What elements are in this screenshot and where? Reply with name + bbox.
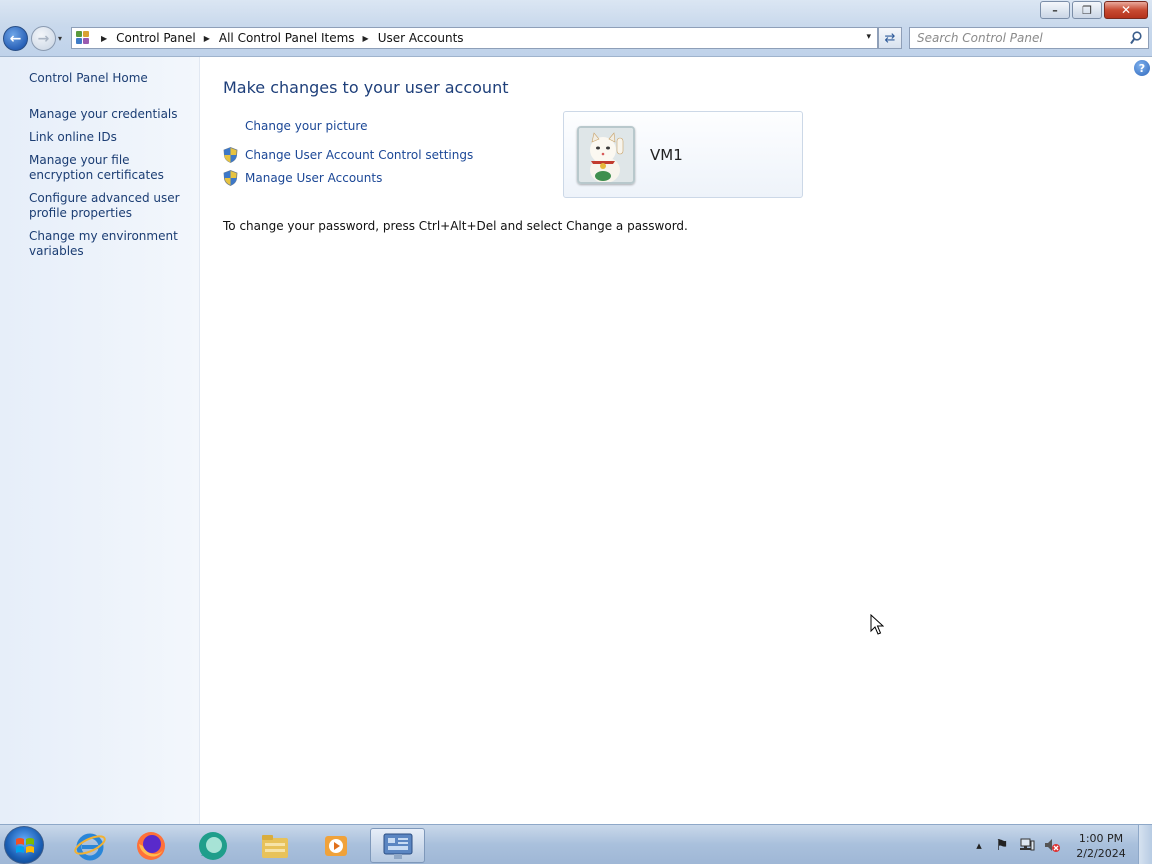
tasks-sidebar: Control Panel Home Manage your credentia… xyxy=(0,57,200,824)
breadcrumb-separator-icon[interactable]: ▶ xyxy=(204,34,210,43)
taskbar-clock[interactable]: 1:00 PM 2/2/2024 xyxy=(1067,831,1135,861)
start-button[interactable] xyxy=(4,826,44,864)
change-uac-settings-link[interactable]: Change User Account Control settings xyxy=(245,148,473,162)
breadcrumb-user-accounts[interactable]: User Accounts xyxy=(378,31,464,45)
taskbar-chat-app[interactable] xyxy=(185,828,240,863)
forward-button[interactable]: → xyxy=(31,26,56,51)
sidebar-item-control-panel-home[interactable]: Control Panel Home xyxy=(29,71,194,86)
chat-app-icon xyxy=(198,831,227,860)
main-content: ? Make changes to your user account Chan… xyxy=(200,57,1152,824)
forward-arrow-icon: → xyxy=(37,30,50,47)
clock-date: 2/2/2024 xyxy=(1076,847,1126,860)
change-picture-link[interactable]: Change your picture xyxy=(245,119,367,133)
address-dropdown-icon[interactable]: ▾ xyxy=(866,32,871,42)
sidebar-item-link-online-ids[interactable]: Link online IDs xyxy=(29,130,194,145)
help-icon[interactable]: ? xyxy=(1134,60,1150,76)
user-picture-avatar[interactable] xyxy=(577,126,635,184)
window-controls: – ❐ ✕ xyxy=(1038,1,1148,19)
breadcrumb-separator-icon[interactable]: ▶ xyxy=(363,34,369,43)
manage-user-accounts-link[interactable]: Manage User Accounts xyxy=(245,171,382,185)
show-hidden-icons-button[interactable]: ▴ xyxy=(972,825,986,864)
volume-button[interactable] xyxy=(1041,825,1063,864)
uac-shield-icon xyxy=(223,147,238,163)
minimize-button[interactable]: – xyxy=(1040,1,1070,19)
windows-logo-icon xyxy=(16,838,34,853)
user-name: VM1 xyxy=(650,146,683,164)
address-bar[interactable]: ▶ Control Panel ▶ All Control Panel Item… xyxy=(71,27,878,49)
file-explorer-icon xyxy=(261,834,288,858)
restore-icon: ❐ xyxy=(1082,3,1092,17)
back-button[interactable]: ← xyxy=(3,26,28,51)
internet-explorer-icon xyxy=(73,833,106,860)
minimize-icon: – xyxy=(1052,3,1058,17)
taskbar: ▴ ⚑ 1:00 PM 2/2/2024 xyxy=(0,824,1152,864)
sidebar-item-environment-variables[interactable]: Change my environment variables xyxy=(29,229,194,259)
breadcrumb-all-items[interactable]: All Control Panel Items xyxy=(219,31,355,45)
breadcrumb-control-panel[interactable]: Control Panel xyxy=(116,31,196,45)
network-button[interactable] xyxy=(1017,825,1037,864)
taskbar-control-panel[interactable] xyxy=(370,828,425,863)
show-desktop-button[interactable] xyxy=(1138,825,1152,864)
taskbar-media-player[interactable] xyxy=(308,828,363,863)
taskbar-firefox[interactable] xyxy=(123,828,178,863)
media-player-icon xyxy=(324,835,347,856)
search-input[interactable] xyxy=(910,28,1120,48)
taskbar-file-explorer[interactable] xyxy=(247,828,302,863)
recent-pages-dropdown[interactable]: ▾ xyxy=(58,34,62,43)
window-titlebar: – ❐ ✕ ← → ▾ ▶ Control Panel ▶ All Contro… xyxy=(0,0,1152,57)
sidebar-item-advanced-user-profile[interactable]: Configure advanced user profile properti… xyxy=(29,191,194,221)
restore-button[interactable]: ❐ xyxy=(1072,1,1102,19)
control-panel-icon xyxy=(75,30,93,46)
search-box[interactable] xyxy=(909,27,1149,49)
sidebar-item-manage-credentials[interactable]: Manage your credentials xyxy=(29,107,194,122)
close-button[interactable]: ✕ xyxy=(1104,1,1148,19)
control-panel-icon xyxy=(383,833,412,859)
mouse-cursor-icon xyxy=(870,614,884,635)
sidebar-item-file-encryption-certificates[interactable]: Manage your file encryption certificates xyxy=(29,153,194,183)
action-center-button[interactable]: ⚑ xyxy=(992,825,1012,864)
change-password-note: To change your password, press Ctrl+Alt+… xyxy=(223,219,688,233)
lucky-cat-picture xyxy=(579,128,633,182)
up-arrow-icon: ▴ xyxy=(976,838,982,852)
volume-muted-icon xyxy=(1045,839,1060,852)
page-title: Make changes to your user account xyxy=(223,78,509,97)
back-arrow-icon: ← xyxy=(9,30,22,47)
network-icon xyxy=(1020,838,1035,851)
uac-shield-icon xyxy=(223,170,238,186)
refresh-icon: ⇄ xyxy=(884,30,896,46)
close-icon: ✕ xyxy=(1120,3,1132,17)
breadcrumb-separator-icon[interactable]: ▶ xyxy=(101,34,107,43)
taskbar-internet-explorer[interactable] xyxy=(62,828,117,863)
firefox-icon xyxy=(136,831,165,860)
search-icon[interactable] xyxy=(1130,31,1142,45)
clock-time: 1:00 PM xyxy=(1078,832,1124,845)
refresh-button[interactable]: ⇄ xyxy=(878,27,902,49)
user-account-tile: VM1 xyxy=(563,111,803,198)
flag-icon: ⚑ xyxy=(995,836,1009,854)
